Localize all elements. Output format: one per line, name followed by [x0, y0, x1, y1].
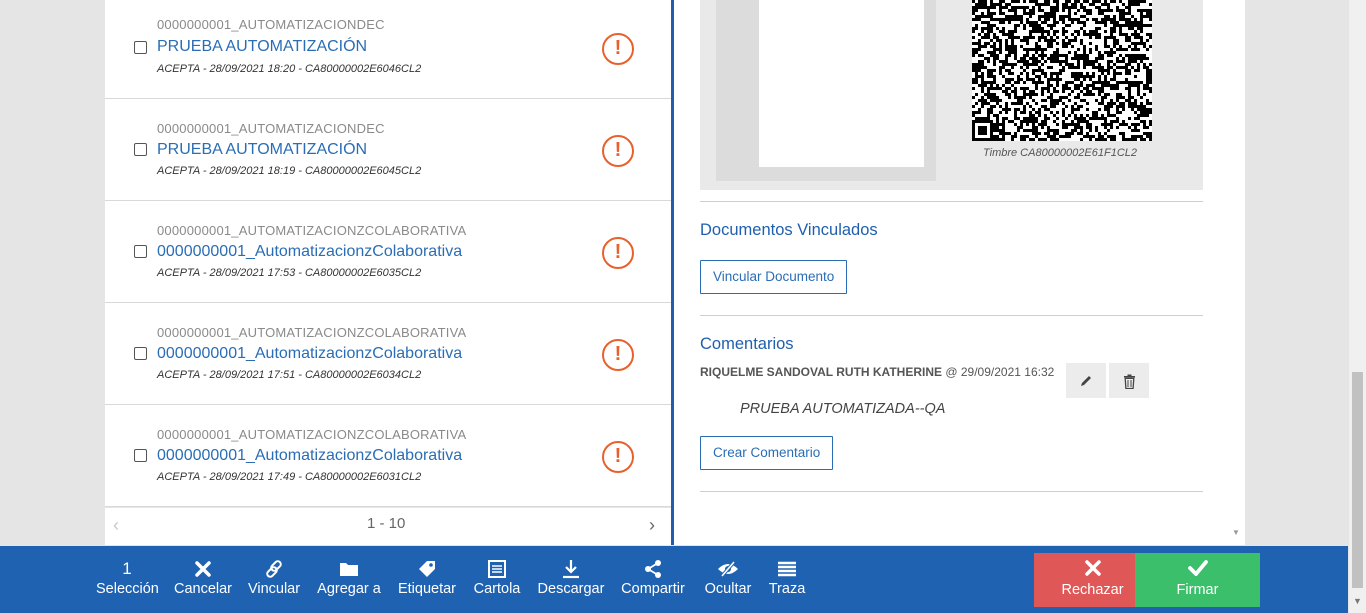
- document-meta: ACEPTA - 28/09/2021 18:20 - CA80000002E6…: [157, 63, 422, 75]
- alert-circle-icon[interactable]: !: [602, 441, 634, 473]
- alert-circle-icon[interactable]: !: [602, 33, 634, 65]
- link-icon: [246, 558, 302, 580]
- next-page-icon[interactable]: ›: [649, 515, 655, 536]
- page-range: 1 - 10: [367, 515, 406, 532]
- add-to-button[interactable]: Agregar a: [317, 546, 381, 613]
- select-checkbox[interactable]: [134, 143, 147, 156]
- share-icon: [620, 558, 686, 580]
- document-detail: Timbre CA80000002E61F1CL2 Documentos Vin…: [674, 0, 1245, 545]
- preview-page: [759, 0, 924, 167]
- scrollbar-thumb[interactable]: [1352, 372, 1363, 588]
- document-meta: ACEPTA - 28/09/2021 17:49 - CA80000002E6…: [157, 471, 422, 483]
- prev-page-icon[interactable]: ‹: [113, 515, 119, 536]
- folder-icon: [317, 558, 381, 580]
- delete-comment-button[interactable]: [1109, 363, 1149, 398]
- document-code: 0000000001_AUTOMATIZACIONDEC: [157, 121, 385, 136]
- close-icon: [1034, 559, 1151, 582]
- comment-author: RIQUELME SANDOVAL RUTH KATHERINE @ 29/09…: [700, 365, 1054, 379]
- pencil-icon: [1081, 376, 1091, 387]
- toolbar-label: Cancelar: [173, 581, 233, 597]
- scroll-down-icon[interactable]: ▼: [1353, 596, 1362, 606]
- document-code: 0000000001_AUTOMATIZACIONDEC: [157, 17, 385, 32]
- divider: [700, 315, 1203, 316]
- edit-comment-button[interactable]: [1066, 363, 1106, 398]
- eye-slash-icon: [702, 558, 754, 580]
- toolbar-label: Ocultar: [704, 581, 752, 597]
- divider: [700, 201, 1203, 202]
- document-title-link[interactable]: 0000000001_AutomatizacionzColaborativa: [157, 345, 462, 363]
- list-item[interactable]: 0000000001_AUTOMATIZACIONDEC PRUEBA AUTO…: [105, 99, 671, 201]
- page-scrollbar[interactable]: ▼: [1349, 0, 1366, 613]
- reject-button[interactable]: Rechazar: [1034, 553, 1151, 607]
- toolbar-label: Etiquetar: [397, 581, 457, 597]
- document-meta: ACEPTA - 28/09/2021 17:51 - CA80000002E6…: [157, 369, 422, 381]
- tag-button[interactable]: Etiquetar: [396, 546, 458, 613]
- toolbar-label: Vincular: [247, 581, 301, 597]
- document-meta: ACEPTA - 28/09/2021 18:19 - CA80000002E6…: [157, 165, 422, 177]
- timbre-label: Timbre CA80000002E61F1CL2: [983, 147, 1137, 159]
- toolbar-label: Descargar: [537, 581, 605, 597]
- toolbar-label: Agregar a: [317, 581, 381, 597]
- scroll-down-icon[interactable]: ▼: [1232, 528, 1240, 537]
- document-code: 0000000001_AUTOMATIZACIONZCOLABORATIVA: [157, 325, 467, 340]
- comment-text: PRUEBA AUTOMATIZADA--QA: [740, 401, 946, 417]
- toolbar-label: Cartola: [473, 581, 521, 597]
- preview-page-frame: [716, 0, 936, 181]
- alert-circle-icon[interactable]: !: [602, 237, 634, 269]
- pagination: ‹ 1 - 10 ›: [105, 507, 671, 543]
- document-code: 0000000001_AUTOMATIZACIONZCOLABORATIVA: [157, 427, 467, 442]
- selection-counter: 1 Selección: [96, 546, 159, 613]
- comments-title: Comentarios: [700, 335, 794, 353]
- toolbar-label: Traza: [768, 581, 806, 597]
- link-document-button[interactable]: Vincular Documento: [700, 260, 848, 294]
- cartola-button[interactable]: Cartola: [472, 546, 522, 613]
- document-list-icon: [472, 558, 522, 580]
- tag-icon: [396, 558, 458, 580]
- document-title-link[interactable]: 0000000001_AutomatizacionzColaborativa: [157, 243, 462, 261]
- linked-documents-title: Documentos Vinculados: [700, 221, 878, 239]
- document-preview: Timbre CA80000002E61F1CL2: [700, 0, 1203, 190]
- trash-icon: [1123, 374, 1135, 389]
- divider: [700, 491, 1203, 492]
- comment-author-name: RIQUELME SANDOVAL RUTH KATHERINE: [700, 365, 943, 379]
- trace-button[interactable]: Traza: [766, 546, 808, 613]
- reject-label: Rechazar: [1061, 582, 1124, 598]
- document-meta: ACEPTA - 28/09/2021 17:53 - CA80000002E6…: [157, 267, 422, 279]
- select-checkbox[interactable]: [134, 41, 147, 54]
- sign-label: Firmar: [1176, 582, 1219, 598]
- list-item[interactable]: 0000000001_AUTOMATIZACIONZCOLABORATIVA 0…: [105, 405, 671, 507]
- select-checkbox[interactable]: [134, 347, 147, 360]
- document-list: 0000000001_AUTOMATIZACIONDEC PRUEBA AUTO…: [105, 0, 671, 545]
- timbre-qr-code: [972, 0, 1152, 141]
- download-icon: [537, 558, 605, 580]
- alert-circle-icon[interactable]: !: [602, 135, 634, 167]
- sign-button[interactable]: Firmar: [1135, 553, 1260, 607]
- document-title-link[interactable]: PRUEBA AUTOMATIZACIÓN: [157, 141, 367, 159]
- create-comment-button[interactable]: Crear Comentario: [700, 436, 834, 470]
- check-icon: [1135, 559, 1260, 582]
- list-item[interactable]: 0000000001_AUTOMATIZACIONDEC PRUEBA AUTO…: [105, 0, 671, 99]
- list-item[interactable]: 0000000001_AUTOMATIZACIONZCOLABORATIVA 0…: [105, 303, 671, 405]
- toolbar-label: Selección: [96, 581, 159, 597]
- document-code: 0000000001_AUTOMATIZACIONZCOLABORATIVA: [157, 223, 467, 238]
- comment-date: @ 29/09/2021 16:32: [945, 365, 1055, 379]
- selection-count: 1: [122, 559, 132, 578]
- hide-button[interactable]: Ocultar: [702, 546, 754, 613]
- list-icon: [766, 558, 808, 580]
- download-button[interactable]: Descargar: [537, 546, 605, 613]
- list-item[interactable]: 0000000001_AUTOMATIZACIONZCOLABORATIVA 0…: [105, 201, 671, 303]
- select-checkbox[interactable]: [134, 245, 147, 258]
- toolbar-label: Compartir: [621, 581, 685, 597]
- share-button[interactable]: Compartir: [620, 546, 686, 613]
- select-checkbox[interactable]: [134, 449, 147, 462]
- close-icon: [173, 558, 233, 580]
- link-button[interactable]: Vincular: [246, 546, 302, 613]
- cancel-button[interactable]: Cancelar: [173, 546, 233, 613]
- document-title-link[interactable]: PRUEBA AUTOMATIZACIÓN: [157, 38, 367, 56]
- document-title-link[interactable]: 0000000001_AutomatizacionzColaborativa: [157, 447, 462, 465]
- alert-circle-icon[interactable]: !: [602, 339, 634, 371]
